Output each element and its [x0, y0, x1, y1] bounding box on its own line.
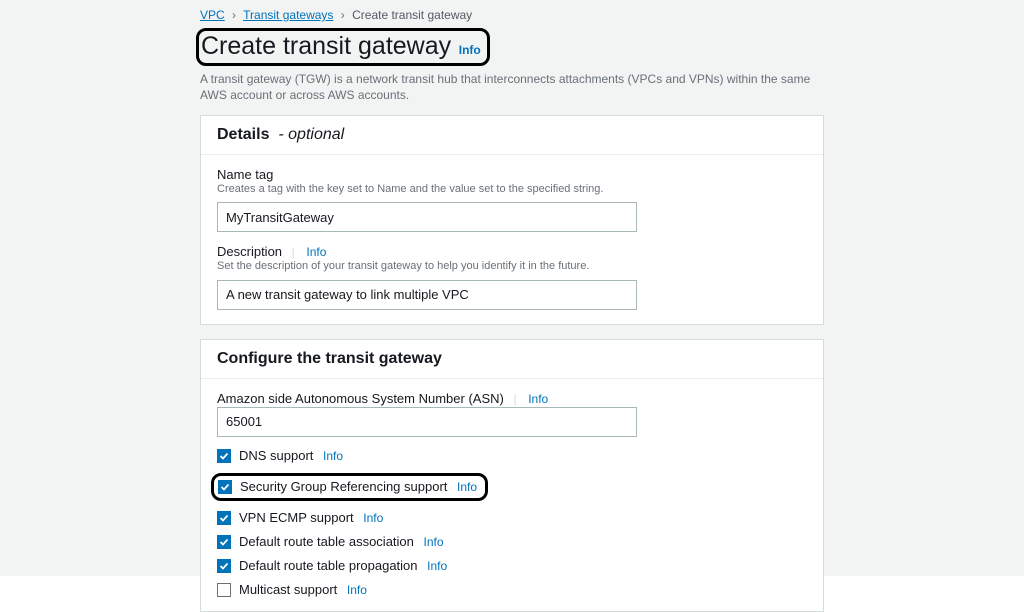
check-row-rtp: Default route table propagation Info [217, 559, 807, 573]
field-asn: Amazon side Autonomous System Number (AS… [217, 391, 807, 437]
checkbox-dns-support[interactable] [217, 449, 231, 463]
info-link-rta[interactable]: Info [424, 535, 444, 549]
check-row-multicast: Multicast support Info [217, 583, 807, 597]
info-link-asn[interactable]: Info [528, 392, 548, 406]
label-sep: | [286, 245, 297, 259]
panel-details: Details - optional Name tag Creates a ta… [200, 115, 824, 324]
hint-description: Set the description of your transit gate… [217, 260, 807, 273]
check-row-ecmp: VPN ECMP support Info [217, 511, 807, 525]
check-icon [219, 537, 229, 547]
check-icon [219, 561, 229, 571]
chevron-right-icon: › [337, 8, 349, 22]
checkbox-sgr-support[interactable] [218, 480, 232, 494]
label-description: Description [217, 244, 282, 259]
check-row-sgr: Security Group Referencing support Info [217, 473, 807, 501]
info-link-ecmp[interactable]: Info [363, 511, 383, 525]
breadcrumb-current: Create transit gateway [352, 8, 472, 22]
page-title-info-link[interactable]: Info [459, 43, 481, 57]
label-name-tag: Name tag [217, 167, 807, 182]
breadcrumb-link-vpc[interactable]: VPC [200, 8, 225, 22]
check-icon [219, 513, 229, 523]
chevron-right-icon: › [228, 8, 240, 22]
check-row-rta: Default route table association Info [217, 535, 807, 549]
info-link-dns[interactable]: Info [323, 449, 343, 463]
label-rta: Default route table association [239, 534, 414, 549]
panel-configure: Configure the transit gateway Amazon sid… [200, 339, 824, 612]
check-row-dns: DNS support Info [217, 449, 807, 463]
panel-header-details-optional-text: - optional [278, 126, 344, 143]
info-link-sgr[interactable]: Info [457, 480, 477, 494]
sgr-highlight: Security Group Referencing support Info [211, 473, 488, 501]
info-link-description[interactable]: Info [306, 245, 326, 259]
label-dns-support: DNS support [239, 448, 313, 463]
info-link-rtp[interactable]: Info [427, 559, 447, 573]
breadcrumb-link-transit-gateways[interactable]: Transit gateways [243, 8, 333, 22]
checkbox-vpn-ecmp[interactable] [217, 511, 231, 525]
label-sep: | [507, 392, 518, 406]
check-icon [220, 482, 230, 492]
panel-header-details-title: Details [217, 126, 269, 143]
label-multicast: Multicast support [239, 582, 337, 597]
label-rtp: Default route table propagation [239, 558, 418, 573]
checkbox-route-table-association[interactable] [217, 535, 231, 549]
hint-name-tag: Creates a tag with the key set to Name a… [217, 183, 807, 196]
checkbox-multicast[interactable] [217, 583, 231, 597]
label-asn: Amazon side Autonomous System Number (AS… [217, 391, 504, 406]
page-subtext: A transit gateway (TGW) is a network tra… [200, 72, 820, 103]
info-link-multicast[interactable]: Info [347, 583, 367, 597]
input-description[interactable] [217, 280, 637, 310]
label-sgr-support: Security Group Referencing support [240, 479, 447, 494]
field-description: Description | Info Set the description o… [217, 244, 807, 309]
input-name-tag[interactable] [217, 202, 637, 232]
page-title-highlight: Create transit gateway Info [196, 28, 490, 66]
check-icon [219, 451, 229, 461]
checkbox-route-table-propagation[interactable] [217, 559, 231, 573]
page-title: Create transit gateway [201, 32, 451, 60]
field-name-tag: Name tag Creates a tag with the key set … [217, 167, 807, 232]
breadcrumb: VPC › Transit gateways › Create transit … [200, 8, 824, 22]
label-vpn-ecmp: VPN ECMP support [239, 510, 354, 525]
panel-header-configure: Configure the transit gateway [201, 340, 823, 379]
panel-header-details: Details - optional [201, 116, 823, 155]
input-asn[interactable] [217, 407, 637, 437]
